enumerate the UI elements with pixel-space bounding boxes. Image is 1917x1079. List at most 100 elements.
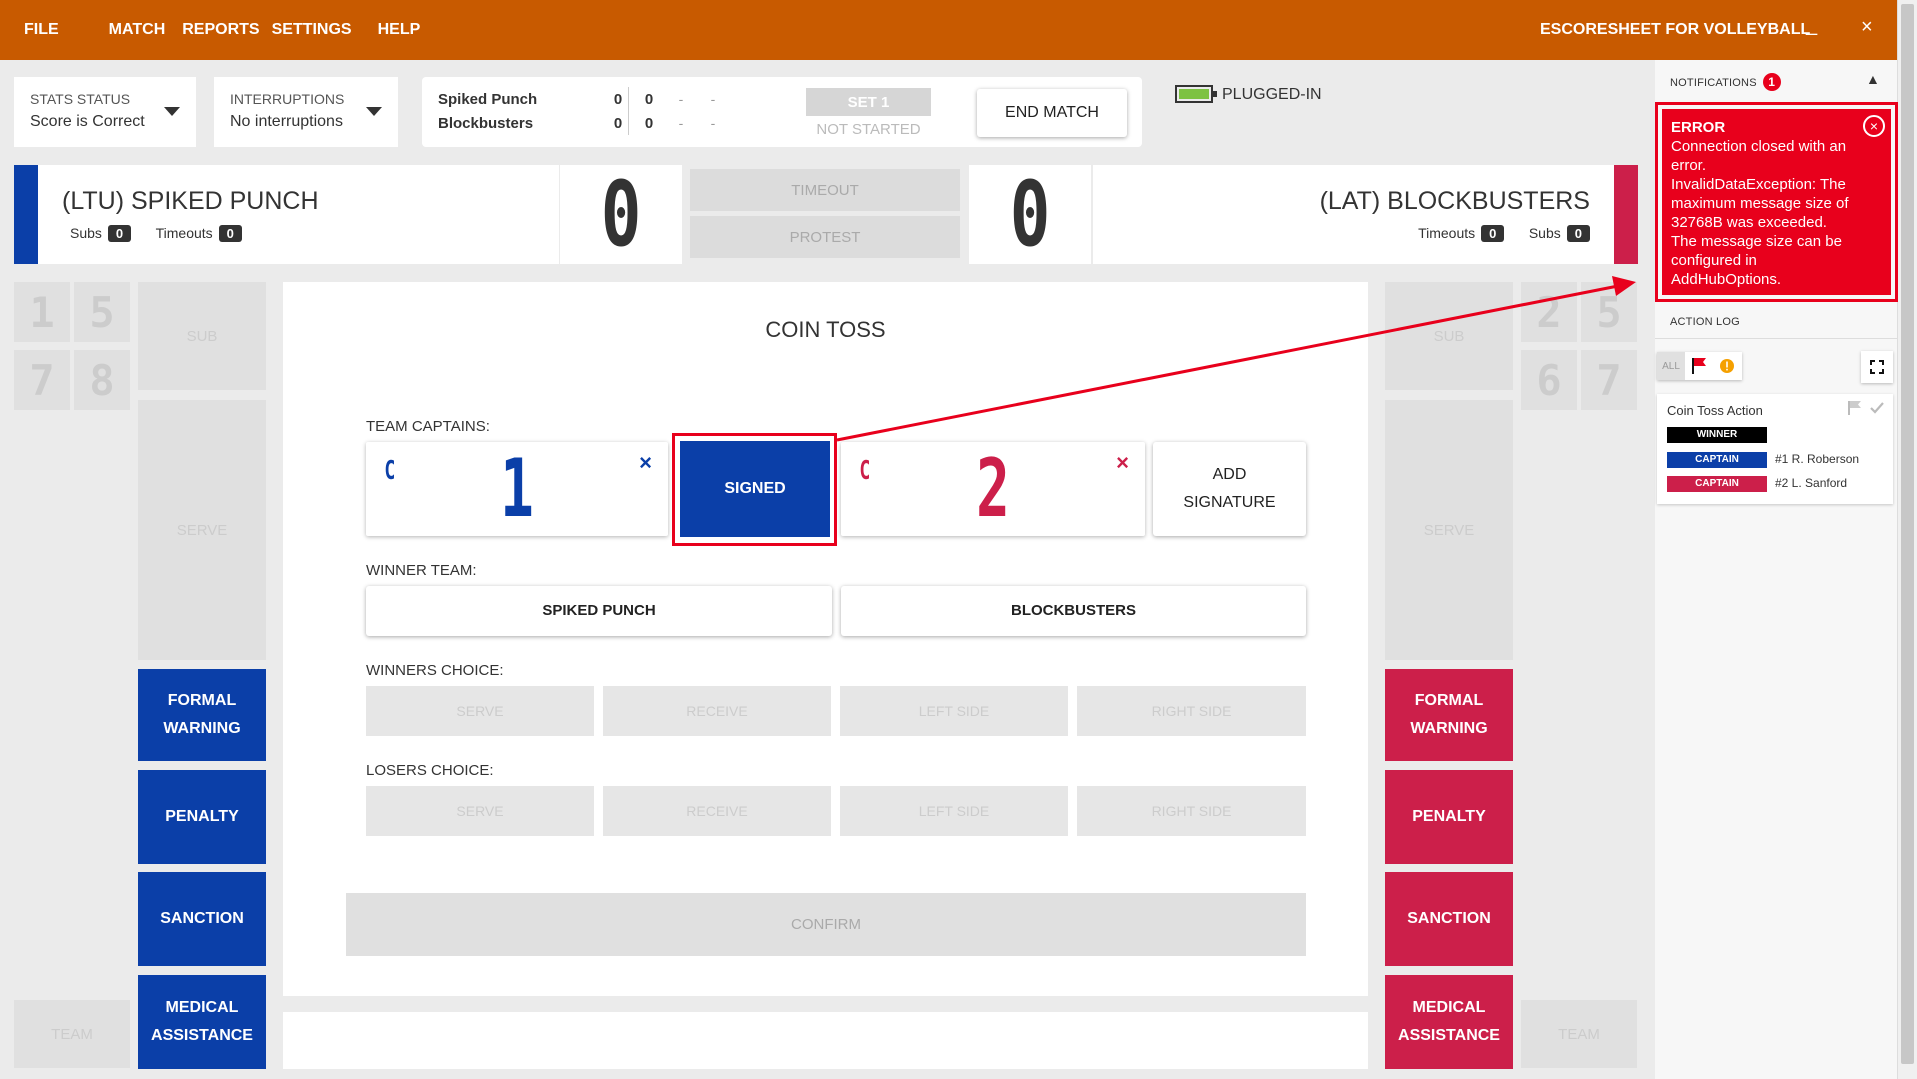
home-captain-card[interactable]: C 1 × <box>366 442 668 536</box>
interruptions-label: INTERRUPTIONS <box>230 91 345 107</box>
minimize-button[interactable]: _ <box>1806 14 1817 37</box>
home-team-button[interactable]: TEAM <box>14 1000 130 1068</box>
menu-match[interactable]: MATCH <box>109 21 166 39</box>
set-status: NOT STARTED <box>816 121 921 138</box>
away-position-tile[interactable]: 6 <box>1521 350 1577 410</box>
error-line: The message size can be <box>1671 233 1842 250</box>
notifications-header[interactable]: NOTIFICATIONS 1 <box>1670 73 1781 91</box>
team-captains-label: TEAM CAPTAINS: <box>366 418 490 435</box>
losers-choice-left-side[interactable]: LEFT SIDE <box>840 786 1068 836</box>
away-medical-assistance-button[interactable]: MEDICAL ASSISTANCE <box>1385 975 1513 1069</box>
away-score: 0 <box>1009 162 1051 267</box>
away-penalty-button[interactable]: PENALTY <box>1385 770 1513 864</box>
winners-choice-label: WINNERS CHOICE: <box>366 662 504 679</box>
close-error-icon[interactable]: × <box>1863 115 1885 137</box>
away-captain-card[interactable]: C 2 × <box>841 442 1145 536</box>
summary-team-a: Spiked Punch <box>438 91 538 108</box>
menu-help[interactable]: HELP <box>378 21 421 39</box>
notifications-label: NOTIFICATIONS <box>1670 77 1757 89</box>
winners-choice-right-side[interactable]: RIGHT SIDE <box>1077 686 1306 736</box>
summary-a-set3: - <box>710 91 716 107</box>
away-team-button[interactable]: TEAM <box>1521 1000 1637 1068</box>
log-filter-group: ALL <box>1657 352 1742 380</box>
home-sub-button[interactable]: SUB <box>138 282 266 390</box>
signed-button[interactable]: SIGNED <box>680 441 830 537</box>
away-position-tile[interactable]: 2 <box>1521 282 1577 342</box>
confirm-button[interactable]: CONFIRM <box>346 893 1306 956</box>
away-team-name: (LAT) BLOCKBUSTERS <box>1319 187 1590 215</box>
menu-file[interactable]: FILE <box>24 21 59 39</box>
stats-status-dropdown[interactable]: STATS STATUS Score is Correct <box>14 77 196 147</box>
losers-choice-receive[interactable]: RECEIVE <box>603 786 831 836</box>
timeout-button[interactable]: TIMEOUT <box>690 169 960 211</box>
away-formal-warning-button[interactable]: FORMAL WARNING <box>1385 669 1513 761</box>
end-match-button[interactable]: END MATCH <box>977 89 1127 137</box>
error-notification-frame: ERROR Connection closed with an error. I… <box>1655 102 1898 302</box>
winners-choice-receive[interactable]: RECEIVE <box>603 686 831 736</box>
away-sub-button[interactable]: SUB <box>1385 282 1513 390</box>
home-position-tile[interactable]: 1 <box>14 282 70 342</box>
away-medical-line1: MEDICAL <box>1412 999 1486 1016</box>
home-position-tile[interactable]: 8 <box>74 350 130 410</box>
winners-choice-left-side[interactable]: LEFT SIDE <box>840 686 1068 736</box>
coin-toss-title: COIN TOSS <box>765 317 886 342</box>
away-captain-remove-icon[interactable]: × <box>1116 450 1129 476</box>
summary-b-set2: - <box>678 115 684 131</box>
away-sanction-button[interactable]: SANCTION <box>1385 872 1513 966</box>
away-team-header: (LAT) BLOCKBUSTERS Timeouts 0 Subs 0 <box>1093 165 1638 264</box>
losers-choice-right-side[interactable]: RIGHT SIDE <box>1077 786 1306 836</box>
interruptions-dropdown[interactable]: INTERRUPTIONS No interruptions <box>214 77 398 147</box>
losers-choice-serve[interactable]: SERVE <box>366 786 594 836</box>
home-formal-warning-button[interactable]: FORMAL WARNING <box>138 669 266 761</box>
summary-divider <box>628 87 629 135</box>
home-captain-remove-icon[interactable]: × <box>639 450 652 476</box>
protest-button[interactable]: PROTEST <box>690 216 960 258</box>
losers-choice-label: LOSERS CHOICE: <box>366 762 494 779</box>
home-position-tile[interactable]: 5 <box>74 282 130 342</box>
flag-outline-icon[interactable] <box>1847 400 1863 421</box>
caret-down-icon <box>164 107 180 116</box>
winner-blockbusters-button[interactable]: BLOCKBUSTERS <box>841 586 1306 636</box>
add-signature-button[interactable]: ADD SIGNATURE <box>1153 442 1306 536</box>
scrollbar-thumb[interactable] <box>1901 4 1914 1064</box>
log-entry[interactable]: Coin Toss Action WINNER CAPTAIN #1 R. Ro… <box>1657 394 1893 504</box>
home-formal-warning-line2: WARNING <box>163 720 241 737</box>
home-position-tile[interactable]: 7 <box>14 350 70 410</box>
interruptions-value: No interruptions <box>230 113 343 130</box>
error-line: maximum message size of <box>1671 195 1849 212</box>
battery-tip <box>1213 91 1217 97</box>
summary-a-set1: 0 <box>644 91 654 108</box>
away-position-tile[interactable]: 7 <box>1581 350 1637 410</box>
home-timeouts-count: 0 <box>218 225 242 242</box>
warning-icon[interactable] <box>1713 352 1741 380</box>
log-filter-all[interactable]: ALL <box>1657 352 1685 380</box>
close-window-button[interactable]: × <box>1861 16 1873 39</box>
stats-status-label: STATS STATUS <box>30 91 131 107</box>
expand-icon[interactable] <box>1861 351 1893 383</box>
home-medical-assistance-button[interactable]: MEDICAL ASSISTANCE <box>138 975 266 1069</box>
winner-spiked-punch-button[interactable]: SPIKED PUNCH <box>366 586 832 636</box>
home-serve-button[interactable]: SERVE <box>138 400 266 660</box>
flag-icon[interactable] <box>1685 352 1713 380</box>
away-color-bar <box>1614 165 1638 264</box>
home-captain-mark: C <box>384 456 396 486</box>
menu-reports[interactable]: REPORTS <box>182 21 259 39</box>
check-icon[interactable] <box>1869 400 1885 421</box>
menu-settings[interactable]: SETTINGS <box>272 21 352 39</box>
away-formal-warning-line1: FORMAL <box>1414 692 1484 709</box>
page-scrollbar[interactable] <box>1897 0 1917 1079</box>
away-serve-button[interactable]: SERVE <box>1385 400 1513 660</box>
home-penalty-button[interactable]: PENALTY <box>138 770 266 864</box>
home-subs-count: 0 <box>107 225 132 242</box>
away-position-tile[interactable]: 5 <box>1581 282 1637 342</box>
home-captain-tag: CAPTAIN <box>1667 452 1767 468</box>
away-timeouts-label: Timeouts <box>1418 225 1476 241</box>
home-captain-number: 1 <box>500 442 534 535</box>
away-subs-count: 0 <box>1566 225 1590 242</box>
away-medical-line2: ASSISTANCE <box>1398 1027 1500 1044</box>
winners-choice-serve[interactable]: SERVE <box>366 686 594 736</box>
home-sanction-button[interactable]: SANCTION <box>138 872 266 966</box>
collapse-arrow-icon[interactable]: ▲ <box>1866 71 1880 87</box>
bottom-panel <box>283 1012 1368 1069</box>
error-line: AddHubOptions. <box>1671 271 1782 288</box>
